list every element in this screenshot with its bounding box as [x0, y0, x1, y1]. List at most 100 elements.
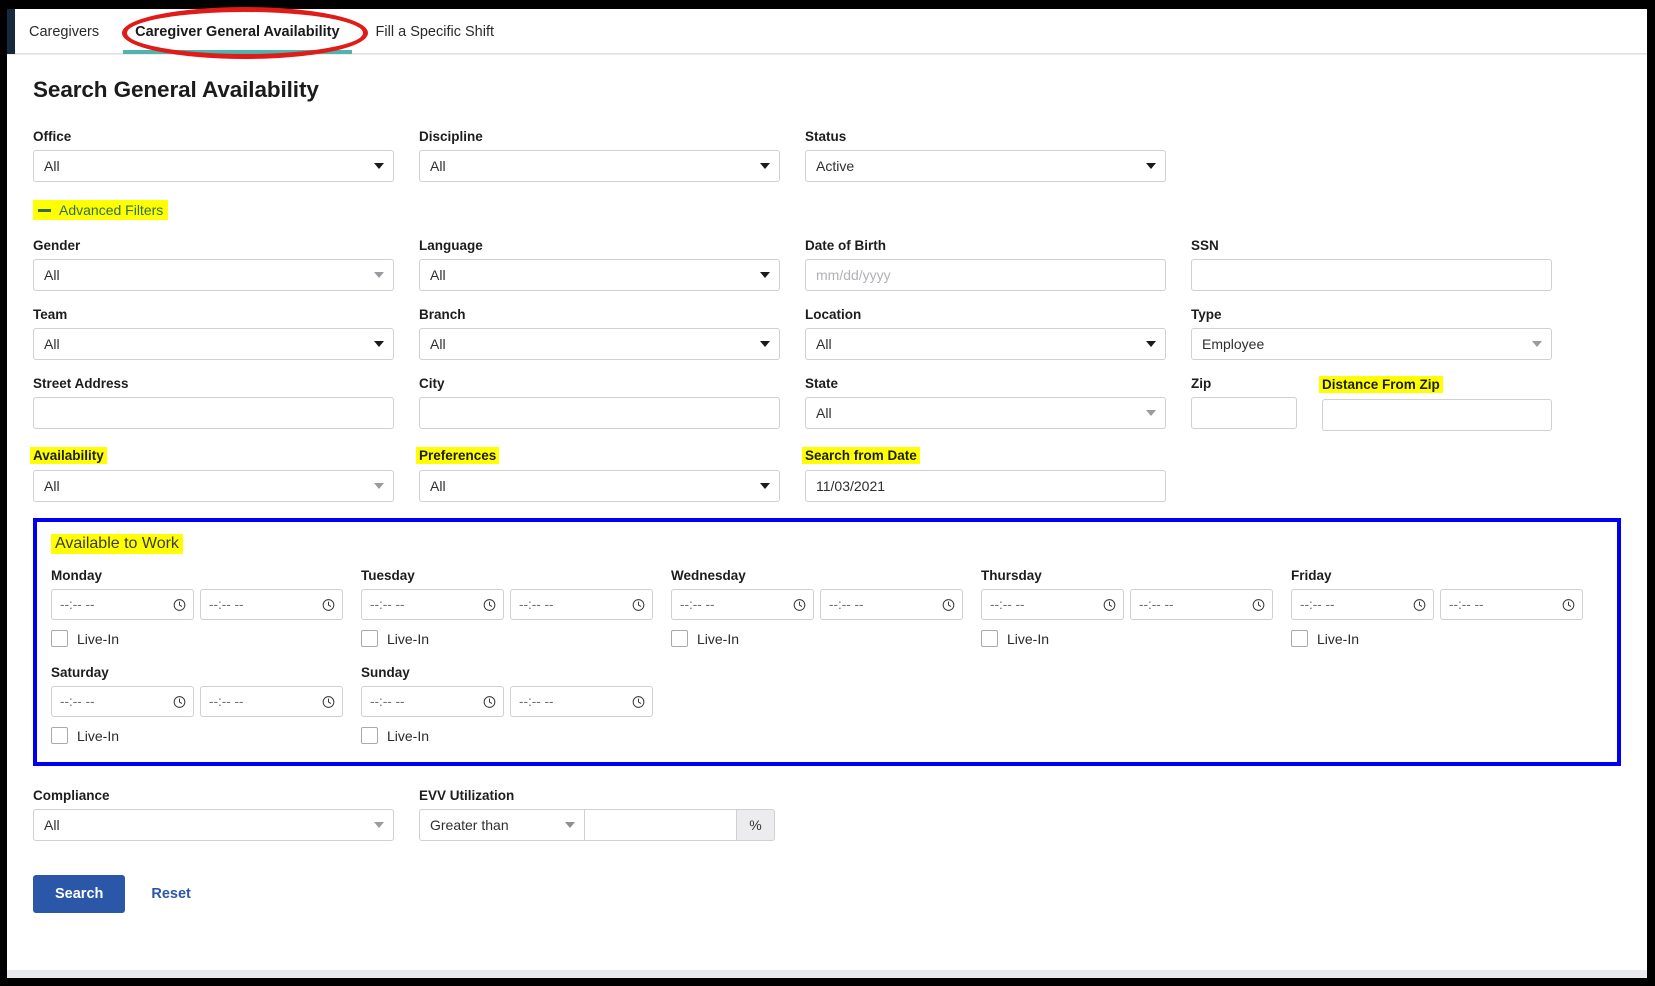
compliance-select[interactable]: All: [33, 809, 394, 841]
weekend-row: Saturday --:-- -- --:-- -- Sunday --:-- …: [51, 665, 1603, 717]
tuesday-end-time-input[interactable]: --:-- --: [510, 589, 653, 620]
page-title: Search General Availability: [33, 77, 319, 102]
state-label: State: [805, 376, 839, 391]
date-of-birth-input[interactable]: [805, 259, 1166, 291]
street-address-input[interactable]: [33, 397, 394, 429]
branch-select[interactable]: All: [419, 328, 780, 360]
time-range-tuesday: --:-- -- --:-- --: [361, 589, 671, 620]
livein-saturday-checkbox[interactable]: [51, 727, 68, 744]
chevron-down-icon: [1146, 341, 1156, 347]
field-gender: Gender All: [33, 238, 394, 291]
field-zip: Zip: [1191, 376, 1297, 431]
filter-row-org: Team All Branch All Location All Type Em…: [33, 307, 1621, 360]
day-label-tuesday: Tuesday: [361, 568, 415, 583]
livein-monday[interactable]: Live-In: [51, 630, 361, 647]
evv-operator-select[interactable]: Greater than: [419, 809, 585, 841]
livein-wednesday[interactable]: Live-In: [671, 630, 981, 647]
compliance-label: Compliance: [33, 788, 110, 803]
team-value: All: [44, 336, 60, 352]
tab-caregiver-general-availability[interactable]: Caregiver General Availability: [117, 9, 357, 54]
zip-input[interactable]: [1191, 397, 1297, 429]
field-branch: Branch All: [419, 307, 780, 360]
tuesday-end-time-value: --:-- --: [519, 597, 554, 612]
weekday-row: Monday --:-- -- --:-- -- Tuesday --:-- -…: [51, 568, 1603, 620]
livein-thursday-checkbox[interactable]: [981, 630, 998, 647]
availability-select[interactable]: All: [33, 470, 394, 502]
thursday-end-time-input[interactable]: --:-- --: [1130, 589, 1273, 620]
gender-select[interactable]: All: [33, 259, 394, 291]
friday-start-time-input[interactable]: --:-- --: [1291, 589, 1434, 620]
clock-icon: [1562, 598, 1575, 611]
saturday-start-time-input[interactable]: --:-- --: [51, 686, 194, 717]
search-button[interactable]: Search: [33, 875, 126, 913]
livein-friday[interactable]: Live-In: [1291, 630, 1601, 647]
sunday-start-time-value: --:-- --: [370, 694, 405, 709]
minus-icon: [38, 208, 51, 212]
livein-sunday[interactable]: Live-In: [361, 727, 671, 744]
evv-amount-input[interactable]: [585, 809, 737, 841]
city-input[interactable]: [419, 397, 780, 429]
discipline-select[interactable]: All: [419, 150, 780, 182]
tab-fill-a-specific-shift[interactable]: Fill a Specific Shift: [358, 9, 512, 54]
language-label: Language: [419, 238, 483, 253]
reset-button[interactable]: Reset: [147, 875, 195, 913]
friday-end-time-input[interactable]: --:-- --: [1440, 589, 1583, 620]
advanced-filters-toggle[interactable]: Advanced Filters: [33, 200, 169, 220]
ssn-input[interactable]: [1191, 259, 1552, 291]
distance-from-zip-input[interactable]: [1322, 399, 1552, 431]
language-select[interactable]: All: [419, 259, 780, 291]
evv-utilization-label: EVV Utilization: [419, 788, 515, 803]
tuesday-start-time-input[interactable]: --:-- --: [361, 589, 504, 620]
office-select[interactable]: All: [33, 150, 394, 182]
livein-wednesday-checkbox[interactable]: [671, 630, 688, 647]
sunday-end-time-input[interactable]: --:-- --: [510, 686, 653, 717]
livein-thursday-label: Live-In: [1007, 630, 1050, 647]
location-select[interactable]: All: [805, 328, 1166, 360]
type-select[interactable]: Employee: [1191, 328, 1552, 360]
chevron-down-icon: [374, 341, 384, 347]
tuesday-start-time-value: --:-- --: [370, 597, 405, 612]
thursday-start-time-input[interactable]: --:-- --: [981, 589, 1124, 620]
preferences-select[interactable]: All: [419, 470, 780, 502]
wednesday-end-time-input[interactable]: --:-- --: [820, 589, 963, 620]
office-label: Office: [33, 129, 72, 144]
tab-caregivers-label: Caregivers: [29, 23, 100, 40]
window-frame-top: [0, 0, 1655, 9]
field-ssn: SSN: [1191, 238, 1552, 291]
time-range-saturday: --:-- -- --:-- --: [51, 686, 361, 717]
monday-start-time-input[interactable]: --:-- --: [51, 589, 194, 620]
livein-friday-checkbox[interactable]: [1291, 630, 1308, 647]
evv-operator-value: Greater than: [430, 817, 509, 833]
monday-end-time-input[interactable]: --:-- --: [200, 589, 343, 620]
team-select[interactable]: All: [33, 328, 394, 360]
wednesday-start-time-input[interactable]: --:-- --: [671, 589, 814, 620]
livein-saturday[interactable]: Live-In: [51, 727, 361, 744]
status-select[interactable]: Active: [805, 150, 1166, 182]
field-distance-from-zip: Distance From Zip: [1319, 376, 1552, 431]
day-column-wednesday: Wednesday --:-- -- --:-- --: [671, 568, 981, 620]
livein-sunday-checkbox[interactable]: [361, 727, 378, 744]
tab-caregivers[interactable]: Caregivers: [7, 9, 117, 54]
date-of-birth-label: Date of Birth: [805, 238, 886, 253]
chevron-down-icon: [1532, 341, 1542, 347]
search-from-date-value: 11/03/2021: [816, 478, 886, 494]
discipline-label: Discipline: [419, 129, 483, 144]
state-select[interactable]: All: [805, 397, 1166, 429]
search-from-date-input[interactable]: 11/03/2021: [805, 470, 1166, 502]
saturday-start-time-value: --:-- --: [60, 694, 95, 709]
livein-thursday[interactable]: Live-In: [981, 630, 1291, 647]
wednesday-start-time-value: --:-- --: [680, 597, 715, 612]
day-label-thursday: Thursday: [981, 568, 1042, 583]
time-range-sunday: --:-- -- --:-- --: [361, 686, 671, 717]
day-column-thursday: Thursday --:-- -- --:-- --: [981, 568, 1291, 620]
friday-start-time-value: --:-- --: [1300, 597, 1335, 612]
livein-monday-checkbox[interactable]: [51, 630, 68, 647]
office-value: All: [44, 158, 60, 174]
tab-fill-a-specific-shift-label: Fill a Specific Shift: [375, 23, 495, 40]
livein-tuesday-checkbox[interactable]: [361, 630, 378, 647]
livein-tuesday[interactable]: Live-In: [361, 630, 671, 647]
saturday-end-time-input[interactable]: --:-- --: [200, 686, 343, 717]
availability-label: Availability: [30, 447, 107, 464]
sunday-start-time-input[interactable]: --:-- --: [361, 686, 504, 717]
day-label-sunday: Sunday: [361, 665, 410, 680]
